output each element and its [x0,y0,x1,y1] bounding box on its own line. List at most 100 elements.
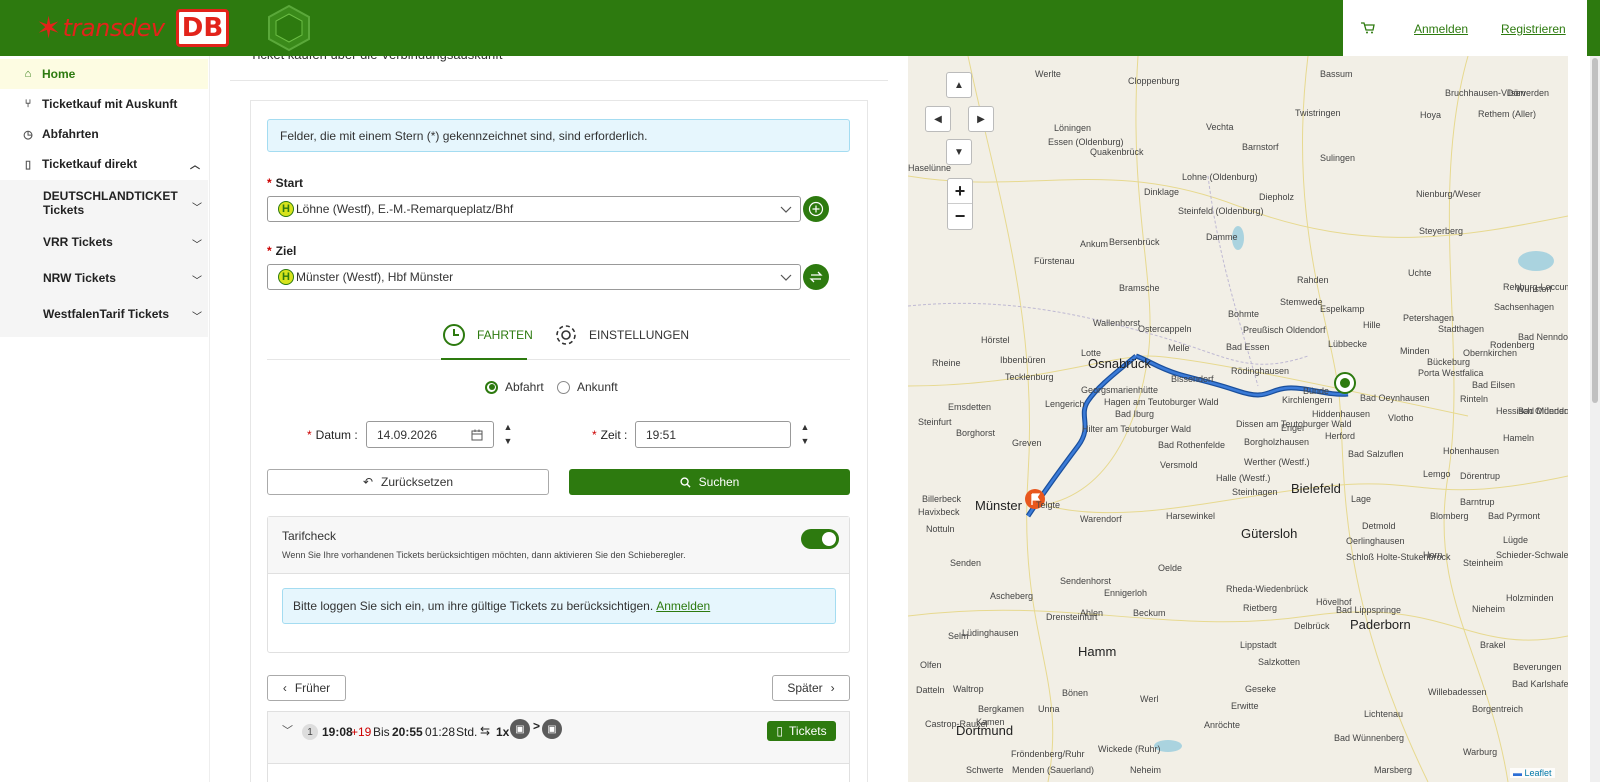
map-city-label: Lippstadt [1240,640,1277,650]
sidebar-item-ticketkauf-auskunft[interactable]: ⑂ Ticketkauf mit Auskunft [0,89,208,119]
earlier-button[interactable]: ‹ Früher [267,675,346,701]
chevron-down-icon: ﹀ [192,312,202,323]
connection-details [267,763,850,782]
tarifcheck-toggle[interactable] [801,529,839,549]
station-icon: H [278,269,294,285]
map-city-label: Nienburg/Weser [1416,189,1481,199]
search-button[interactable]: Suchen [569,469,850,495]
map-city-label: Borgentreich [1472,704,1524,714]
map-city-label: Hoya [1420,110,1442,120]
sidebar-item-deutschlandticket[interactable]: DEUTSCHLANDTICKET Tickets [43,189,178,217]
map-city-label: Barntrup [1460,497,1495,507]
zoom-control: + − [947,178,973,230]
map-city-label: Bad Münder [1518,406,1568,416]
db-logo[interactable]: DB [176,9,229,47]
datum-decrement-icon[interactable]: ▼ [502,435,514,447]
register-link[interactable]: Registrieren [1501,22,1566,36]
tab-einstellungen[interactable]: EINSTELLUNGEN [553,322,689,348]
route-map[interactable]: Osnabrück Münster Bielefeld Gütersloh Hamm Pa… [908,56,1568,782]
pan-up-button[interactable]: ▲ [946,72,972,98]
sidebar-item-vrr[interactable]: VRR Tickets [43,235,113,249]
zeit-decrement-icon[interactable]: ▼ [799,435,811,447]
map-city-label: Rheine [932,358,961,368]
map-city-label: Lübbecke [1328,339,1368,349]
radio-selected-icon [485,380,498,394]
swap-stations-button[interactable] [803,264,829,290]
map-city-label: Wickede (Ruhr) [1098,744,1161,754]
map-city-label: Hörstel [981,335,1010,345]
tab-fahrten[interactable]: FAHRTEN [441,322,533,348]
start-marker-icon[interactable] [1334,372,1356,394]
tarifcheck-description: Wenn Sie Ihre vorhandenen Tickets berück… [282,550,686,560]
login-hint-link[interactable]: Anmelden [656,599,710,613]
map-city-label: Borghorst [956,428,996,438]
map-city-label: Hagen am Teutoburger Wald [1104,397,1219,407]
map-city-label: Vlotho [1388,413,1414,423]
pan-right-button[interactable]: ▶ [968,106,994,132]
chevron-left-icon: ‹ [282,681,287,695]
zeit-input[interactable]: 19:51 [635,421,791,448]
radio-ankunft[interactable]: Ankunft [557,380,618,394]
sidebar-item-ticketkauf-direkt[interactable]: ▯ Ticketkauf direkt ︿ [0,149,208,179]
station-icon: H [278,201,294,217]
map-city-label: Sendenhorst [1060,576,1112,586]
transdev-star-icon: ✶ [36,10,61,46]
scrollbar-thumb[interactable] [1592,58,1598,403]
map-city-label: Dissen am Teutoburger Wald [1236,419,1352,429]
map-city-label: Georgsmarienhütte [1081,385,1159,395]
pan-down-button[interactable]: ▼ [946,139,972,165]
map-city-label: Gütersloh [1241,526,1298,541]
map-attribution[interactable]: ▬ Leaflet [1510,768,1555,778]
reset-button[interactable]: ↶ Zurücksetzen [267,469,549,495]
cart-icon[interactable] [1361,22,1375,34]
ziel-select[interactable]: H Münster (Westf), Hbf Münster [267,264,801,290]
start-select[interactable]: H Löhne (Westf), E.-M.-Remarqueplatz/Bhf [267,196,801,222]
datum-input[interactable]: 14.09.2026 [366,421,494,448]
map-city-label: Ibbenbüren [1000,355,1046,365]
map-city-label: Schloß Holte-Stukenbrock [1346,552,1451,562]
add-via-button[interactable] [803,196,829,222]
zoom-out-button[interactable]: − [948,204,972,229]
map-city-label: Lüdinghausen [962,628,1019,638]
map-city-label: Rietberg [1243,603,1278,613]
map-city-label: Uchte [1408,268,1432,278]
zeit-increment-icon[interactable]: ▲ [799,421,811,433]
sidebar-item-westfalentarif[interactable]: WestfalenTarif Tickets [43,307,169,321]
map-city-label: Oelde [1158,563,1183,573]
sidebar-item-abfahrten[interactable]: ◷ Abfahrten [0,119,208,149]
map-city-label: Herford [1325,431,1356,441]
radio-abfahrt[interactable]: Abfahrt [485,380,544,394]
transfer-icon: ⇆ [480,724,491,738]
map-city-label: Wunstorf [1516,284,1552,294]
pan-left-button[interactable]: ◀ [925,106,951,132]
map-city-label: Quakenbrück [1090,147,1144,157]
map-city-label: Bad Nenndorf [1518,332,1568,342]
transdev-logo[interactable]: ✶ transdev [36,10,165,46]
login-link[interactable]: Anmelden [1414,22,1468,36]
required-notice: Felder, die mit einem Stern (*) gekennze… [267,119,850,152]
map-city-label: Bergkamen [978,704,1025,714]
later-button[interactable]: Später › [772,675,850,701]
map-city-label: Oerlinghausen [1346,536,1405,546]
radio-unselected-icon [557,380,570,394]
divider [230,80,888,81]
map-city-label: Lotte [1081,348,1102,358]
connection-number: 1 [302,724,318,740]
map-city-label: Hohenhausen [1443,446,1500,456]
map-city-label: Sachsenhagen [1494,302,1555,312]
map-city-label: Wallenhorst [1093,318,1141,328]
datum-increment-icon[interactable]: ▲ [502,421,514,433]
active-tab-indicator [441,358,527,360]
map-city-label: Menden (Sauerland) [1012,765,1095,775]
map-city-label: Fröndenberg/Ruhr [1011,749,1085,759]
zoom-in-button[interactable]: + [948,179,972,204]
sidebar-item-home[interactable]: ⌂ Home [0,59,208,89]
tickets-button[interactable]: ▯ Tickets [767,721,836,741]
chevron-down-icon[interactable]: ﹀ [282,722,293,738]
map-city-label: Schwerte [966,765,1004,775]
map-city-label: Salzkotten [1258,657,1301,667]
map-city-label: Emsdetten [948,402,992,412]
transfers-count: 1x [496,725,510,739]
clock-icon: ◷ [23,128,33,141]
sidebar-item-nrw[interactable]: NRW Tickets [43,271,116,285]
